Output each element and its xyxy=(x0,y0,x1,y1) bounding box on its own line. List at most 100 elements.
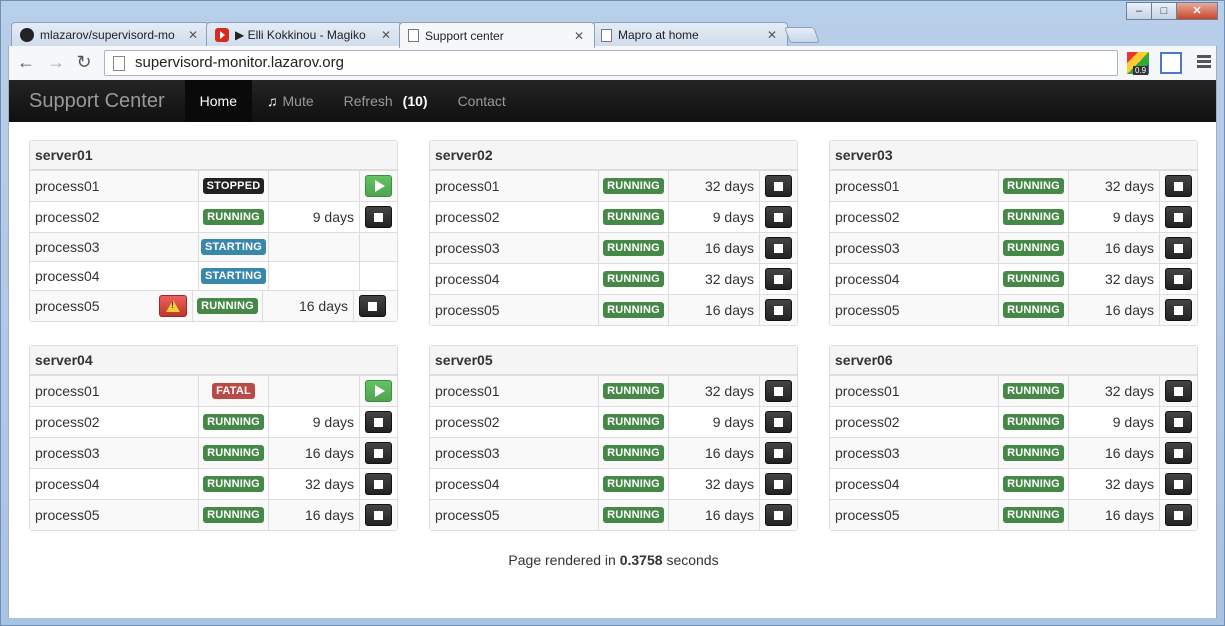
process-row: process03 RUNNING 16 days xyxy=(830,232,1197,263)
stop-button[interactable] xyxy=(1165,268,1192,290)
menu-icon[interactable] xyxy=(1197,55,1211,70)
stop-button[interactable] xyxy=(1165,380,1192,402)
process-name: process03 xyxy=(835,445,900,461)
action-cell xyxy=(1159,264,1197,294)
back-arrow-icon[interactable]: ← xyxy=(15,52,37,73)
stop-button[interactable] xyxy=(1165,411,1192,433)
maximize-button[interactable]: □ xyxy=(1151,2,1177,20)
nav-home[interactable]: Home xyxy=(184,80,252,122)
status-badge: RUNNING xyxy=(603,178,664,194)
action-cell xyxy=(359,438,397,468)
stop-icon xyxy=(374,510,383,520)
tab-title: mlazarov/supervisord-mo xyxy=(40,28,175,42)
music-note-icon: ♫ xyxy=(267,93,278,109)
warning-icon[interactable] xyxy=(159,295,187,317)
process-name-cell: process02 xyxy=(830,202,998,232)
stop-button[interactable] xyxy=(765,299,792,321)
stop-button[interactable] xyxy=(765,504,792,526)
browser-tab[interactable]: ▶ Elli Kokkinou - Magiko ✕ xyxy=(206,22,402,47)
status-badge: RUNNING xyxy=(1003,302,1064,318)
stop-button[interactable] xyxy=(1165,206,1192,228)
status-badge: RUNNING xyxy=(203,445,264,461)
process-name: process02 xyxy=(835,414,900,430)
stop-button[interactable] xyxy=(765,206,792,228)
browser-tab-active[interactable]: Support center ✕ xyxy=(399,22,595,48)
cast-extension-icon[interactable] xyxy=(1160,52,1182,74)
address-bar[interactable]: supervisord-monitor.lazarov.org xyxy=(104,50,1118,76)
process-name-cell: process02 xyxy=(30,202,198,232)
stop-button[interactable] xyxy=(765,237,792,259)
stop-icon xyxy=(774,305,783,315)
server-panel: server05 process01 RUNNING 32 days process02… xyxy=(429,345,798,531)
browser-tab[interactable]: mlazarov/supervisord-mo ✕ xyxy=(11,22,209,47)
nav-contact[interactable]: Contact xyxy=(443,80,521,122)
process-row: process04 RUNNING 32 days xyxy=(830,468,1197,499)
process-name: process04 xyxy=(435,271,500,287)
status-badge: RUNNING xyxy=(1003,178,1064,194)
stop-button[interactable] xyxy=(765,442,792,464)
stop-button[interactable] xyxy=(1165,175,1192,197)
stop-button[interactable] xyxy=(765,268,792,290)
page-icon xyxy=(408,29,419,42)
stop-button[interactable] xyxy=(765,380,792,402)
forward-arrow-icon[interactable]: → xyxy=(45,52,67,73)
close-window-button[interactable]: ✕ xyxy=(1176,2,1218,20)
minimize-button[interactable]: – xyxy=(1126,2,1152,20)
status-badge: RUNNING xyxy=(603,383,664,399)
close-tab-icon[interactable]: ✕ xyxy=(574,29,584,43)
nav-refresh[interactable]: Refresh (10) xyxy=(329,80,443,122)
browser-tab[interactable]: Mapro at home ✕ xyxy=(592,22,788,47)
process-name-cell: process03 xyxy=(430,233,598,263)
process-name: process04 xyxy=(435,476,500,492)
stop-button[interactable] xyxy=(365,473,392,495)
start-button[interactable] xyxy=(365,175,392,197)
stop-button[interactable] xyxy=(1165,504,1192,526)
server-panel: server04 process01 FATAL process02 RUNNING 9 … xyxy=(29,345,398,531)
process-name: process04 xyxy=(35,476,100,492)
stop-button[interactable] xyxy=(359,295,386,317)
stop-button[interactable] xyxy=(765,411,792,433)
stop-button[interactable] xyxy=(765,473,792,495)
close-tab-icon[interactable]: ✕ xyxy=(381,28,391,42)
stop-button[interactable] xyxy=(1165,473,1192,495)
page-viewport: Support Center Home ♫ Mute Refresh (10) … xyxy=(8,80,1217,618)
start-button[interactable] xyxy=(365,380,392,402)
process-name-cell: process04 xyxy=(30,469,198,499)
process-state-cell: RUNNING xyxy=(998,295,1068,325)
process-row: process05 RUNNING 16 days xyxy=(430,294,797,325)
process-name: process01 xyxy=(435,178,500,194)
action-cell xyxy=(759,233,797,263)
close-tab-icon[interactable]: ✕ xyxy=(188,28,198,42)
stop-button[interactable] xyxy=(365,504,392,526)
action-cell xyxy=(1159,407,1197,437)
stop-icon xyxy=(374,417,383,427)
uptime-value: 16 days xyxy=(704,445,754,461)
server-panel: server02 process01 RUNNING 32 days process02… xyxy=(429,140,798,326)
close-tab-icon[interactable]: ✕ xyxy=(767,28,777,42)
server-name: server02 xyxy=(430,141,797,170)
new-tab-button[interactable] xyxy=(784,27,820,43)
uptime-value: 16 days xyxy=(704,302,754,318)
process-row: process03 RUNNING 16 days xyxy=(430,437,797,468)
stop-icon xyxy=(1174,510,1183,520)
stop-button[interactable] xyxy=(365,411,392,433)
reload-icon[interactable]: ↻ xyxy=(73,52,95,73)
uptime-cell xyxy=(268,233,359,261)
uptime-value: 32 days xyxy=(1104,178,1154,194)
status-badge: STARTING xyxy=(201,239,267,255)
stop-button[interactable] xyxy=(765,175,792,197)
stop-icon xyxy=(1174,274,1183,284)
nav-home-label: Home xyxy=(199,93,237,109)
stop-button[interactable] xyxy=(1165,442,1192,464)
stop-button[interactable] xyxy=(1165,237,1192,259)
stop-button[interactable] xyxy=(365,442,392,464)
uptime-cell: 32 days xyxy=(1068,469,1159,499)
stop-button[interactable] xyxy=(365,206,392,228)
process-name: process01 xyxy=(835,178,900,194)
process-row: process01 RUNNING 32 days xyxy=(430,170,797,201)
brand-link[interactable]: Support Center xyxy=(9,80,185,122)
stop-icon xyxy=(774,448,783,458)
nav-mute[interactable]: ♫ Mute xyxy=(252,80,329,122)
stop-button[interactable] xyxy=(1165,299,1192,321)
uptime-cell: 32 days xyxy=(668,469,759,499)
